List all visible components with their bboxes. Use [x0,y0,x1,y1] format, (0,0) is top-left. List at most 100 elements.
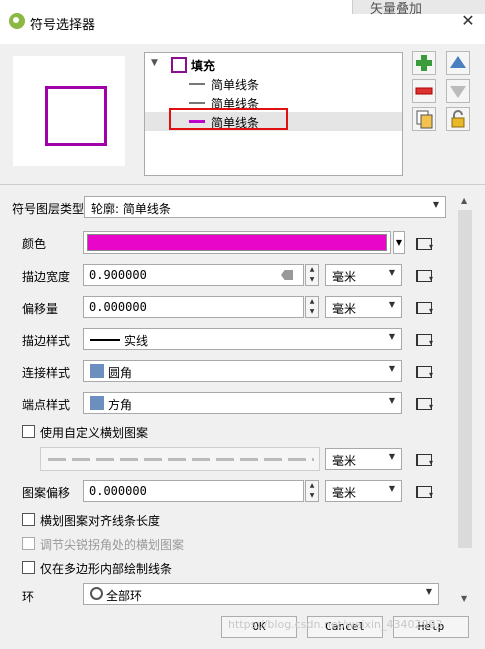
offset-input[interactable]: 0.000000 [83,296,304,318]
window-title: 符号选择器 [30,18,96,33]
square-cap-icon [90,396,104,410]
draw-inside-checkbox[interactable] [22,561,35,574]
custom-dash-checkbox[interactable] [22,425,35,438]
pattern-offset-unit-combo[interactable]: 毫米 ▼ [325,480,402,502]
join-style-label: 连接样式 [22,366,71,380]
stroke-style-label: 描边样式 [22,334,71,348]
tree-item-label: 简单线条 [211,78,260,92]
pattern-offset-label: 图案偏移 [22,486,71,500]
tweak-dash-label: 调节尖锐拐角处的横划图案 [40,538,185,552]
duplicate-icon [416,110,433,129]
watermark: https://blog.csdn.net/weixin_43402993 [228,618,443,631]
ring-label: 环 [22,590,35,604]
align-dash-checkbox[interactable] [22,513,35,526]
arrow-down-icon [450,86,466,98]
duplicate-layer-button[interactable] [412,107,436,131]
fill-symbol-icon [171,57,187,73]
move-down-button[interactable] [446,79,470,103]
data-defined-override-icon[interactable] [412,328,436,350]
unit-value: 毫米 [332,302,357,316]
chevron-down-icon: ▼ [432,200,439,209]
round-join-icon [90,364,104,378]
pattern-offset-input[interactable]: 0.000000 [83,480,304,502]
layer-type-combo[interactable]: 轮廓: 简单线条 ▼ [84,196,446,218]
minus-icon [415,87,433,95]
offset-value: 0.000000 [89,300,147,314]
tweak-dash-checkbox[interactable] [22,537,35,550]
dash-unit-combo[interactable]: 毫米 ▼ [325,448,402,470]
stroke-style-value: 实线 [124,334,149,348]
chevron-down-icon: ▼ [388,396,395,405]
chevron-down-icon: ▼ [388,268,395,277]
scroll-up-icon[interactable]: ▲ [461,196,467,205]
offset-spinner[interactable]: ▲ ▼ [305,296,319,318]
line-symbol-icon [189,83,205,85]
join-style-value: 圆角 [108,366,133,380]
cap-style-label: 端点样式 [22,398,71,412]
data-defined-override-icon[interactable] [412,360,436,382]
tree-item-line-1[interactable]: 简单线条 [145,74,402,93]
plus-icon [416,55,432,71]
unit-value: 毫米 [332,486,357,500]
background-panel-text: 矢量叠加 [370,2,423,17]
chevron-down-icon: ▼ [388,300,395,309]
ring-value: 全部环 [106,589,143,603]
ring-combo[interactable]: 全部环 ▼ [83,583,439,605]
draw-inside-label: 仅在多边形内部绘制线条 [40,562,173,576]
cap-style-value: 方角 [108,398,133,412]
stroke-width-value: 0.900000 [89,268,147,282]
chevron-down-icon: ▼ [388,484,395,493]
chevron-down-icon: ▼ [388,452,395,461]
lock-button[interactable] [446,107,470,131]
preview-square [45,86,107,146]
stroke-width-label: 描边宽度 [22,270,71,284]
unit-value: 毫米 [332,454,357,468]
data-defined-override-icon[interactable] [412,392,436,414]
chevron-down-icon: ▼ [388,364,395,373]
line-symbol-icon [189,102,205,104]
scroll-down-icon[interactable]: ▼ [461,594,467,603]
expand-arrow-icon[interactable]: ▼ [151,58,158,68]
remove-layer-button[interactable] [412,79,436,103]
arrow-up-icon [450,56,466,68]
stroke-width-unit-combo[interactable]: 毫米 ▼ [325,264,402,286]
section-divider [0,184,485,185]
scrollbar-thumb[interactable] [458,210,472,548]
stroke-width-spinner[interactable]: ▲ ▼ [305,264,319,286]
qgis-logo-icon [9,13,25,29]
custom-dash-label: 使用自定义横划图案 [40,426,149,440]
data-defined-override-icon[interactable] [412,232,436,254]
pattern-offset-value: 0.000000 [89,484,147,498]
offset-unit-combo[interactable]: 毫米 ▼ [325,296,402,318]
align-dash-label: 横划图案对齐线条长度 [40,514,161,528]
join-style-combo[interactable]: 圆角 ▼ [83,360,402,382]
highlight-annotation [169,108,288,130]
pattern-offset-spinner[interactable]: ▲ ▼ [305,480,319,502]
color-swatch [87,234,387,251]
unit-value: 毫米 [332,270,357,284]
offset-label: 偏移量 [22,302,59,316]
stroke-style-combo[interactable]: 实线 ▼ [83,328,402,350]
dash-pattern-preview [48,458,314,461]
move-up-button[interactable] [446,51,470,75]
stroke-width-input[interactable]: 0.900000 [83,264,304,286]
chevron-down-icon: ▼ [425,587,432,596]
color-label: 颜色 [22,237,47,251]
data-defined-override-icon[interactable] [412,448,436,470]
chevron-down-icon: ▼ [388,332,395,341]
data-defined-override-icon[interactable] [412,264,436,286]
lock-icon [451,110,465,128]
color-dropdown-icon[interactable]: ▼ [393,231,405,254]
cap-style-combo[interactable]: 方角 ▼ [83,392,402,414]
ring-icon [90,587,103,600]
tree-item-label: 填充 [191,59,216,73]
tree-item-fill[interactable]: ▼ 填充 [145,55,402,74]
layer-type-label: 符号图层类型 [12,202,85,216]
data-defined-override-icon[interactable] [412,296,436,318]
solid-line-icon [90,339,120,341]
add-layer-button[interactable] [412,51,436,75]
clear-icon[interactable] [281,270,293,280]
data-defined-override-icon[interactable] [412,480,436,502]
close-icon[interactable]: ✕ [457,10,479,32]
layer-type-value: 轮廓: 简单线条 [91,202,171,216]
